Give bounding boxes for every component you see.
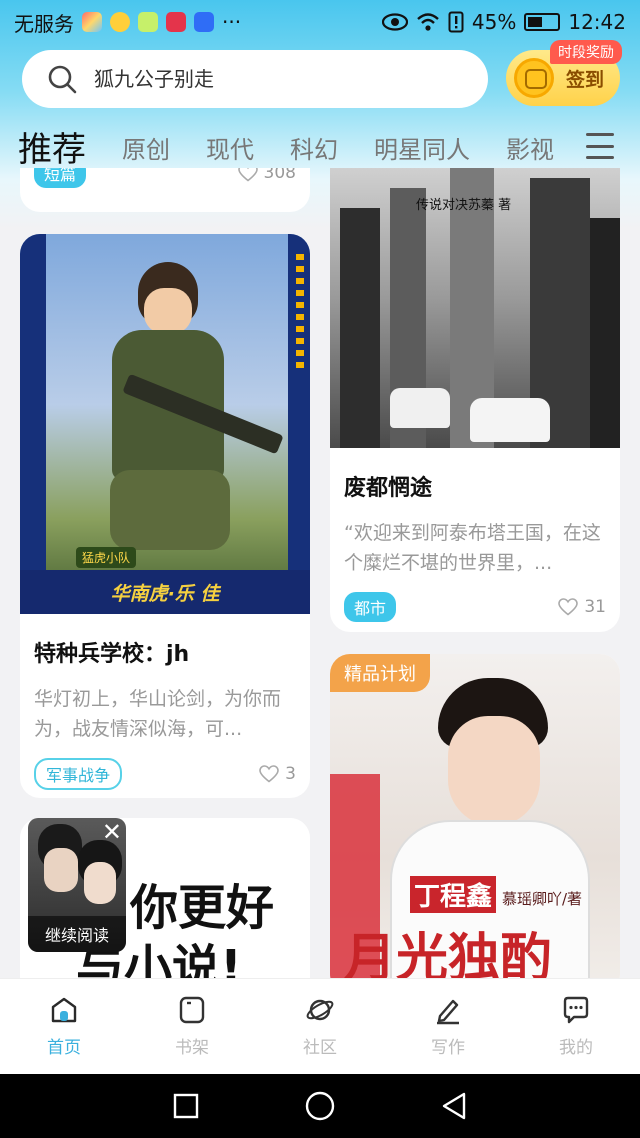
battery-percent: 45%	[471, 10, 517, 34]
category-tabs: 推荐 原创 现代 科幻 明星同人 影视	[18, 122, 578, 170]
continue-reading-widget[interactable]: ✕ 继续阅读	[28, 818, 126, 952]
signin-emoji-icon	[514, 58, 554, 98]
book-card[interactable]: 传说对决苏蓁 著 废都惘途 “欢迎来到阿泰布塔王国，在这个糜烂不堪的世界里，..…	[330, 168, 620, 632]
heart-icon	[558, 598, 579, 616]
planet-icon	[306, 999, 334, 1021]
nav-profile[interactable]: 我的	[512, 979, 640, 1074]
likes-count[interactable]: 31	[558, 597, 606, 617]
pen-icon	[437, 999, 459, 1025]
bookshelf-icon	[179, 996, 205, 1024]
app-notification-icon	[82, 12, 102, 32]
tab-scifi[interactable]: 科幻	[290, 130, 338, 170]
tab-recommend[interactable]: 推荐	[18, 130, 86, 170]
nav-write[interactable]: 写作	[384, 979, 512, 1074]
premium-badge: 精品计划	[330, 654, 430, 692]
recent-apps-icon[interactable]	[172, 1092, 200, 1120]
book-description: 华灯初上，华山论剑，为你而为，战友情深似海，可...	[34, 688, 282, 740]
genre-tag[interactable]: 都市	[344, 592, 397, 622]
wifi-icon	[417, 13, 439, 31]
continue-reading-label[interactable]: 继续阅读	[28, 916, 126, 952]
huawei-store-icon	[166, 12, 186, 32]
cover-name: 丁程鑫	[410, 876, 497, 913]
cover-author: 慕瑶卿吖/著	[502, 890, 583, 908]
tab-original[interactable]: 原创	[122, 130, 170, 170]
search-input[interactable]	[94, 67, 424, 91]
nav-community[interactable]: 社区	[256, 979, 384, 1074]
cover-title: 月光独酌	[344, 929, 553, 978]
book-title[interactable]: 特种兵学校：jh	[20, 636, 310, 668]
tab-modern[interactable]: 现代	[206, 130, 254, 170]
tab-film-tv[interactable]: 影视	[506, 130, 554, 170]
clock: 12:42	[568, 10, 626, 34]
status-bar: 无服务 ··· 45% 12:42	[0, 0, 640, 44]
book-cover: 传说对决苏蓁 著	[330, 168, 620, 448]
carrier-text: 无服务	[14, 11, 74, 36]
book-description: “欢迎来到阿泰布塔王国，在这个糜烂不堪的世界里，...	[344, 522, 601, 574]
chat-icon	[563, 996, 589, 1024]
app-notification-icon	[110, 12, 130, 32]
search-icon	[48, 65, 77, 94]
heart-icon	[237, 168, 258, 182]
likes-count[interactable]: 3	[259, 764, 296, 784]
eye-icon	[381, 13, 408, 31]
close-icon[interactable]: ✕	[102, 820, 122, 844]
genre-tag[interactable]: 短篇	[34, 168, 87, 188]
system-navigation-bar	[0, 1074, 640, 1138]
menu-icon[interactable]	[586, 133, 614, 159]
signin-button[interactable]: 签到 时段奖励	[506, 40, 622, 106]
reward-badge: 时段奖励	[550, 40, 622, 64]
book-card[interactable]: 短篇 308	[20, 168, 310, 212]
cover-badge: 猛虎小队	[76, 547, 137, 568]
cover-author: 传说对决苏蓁 著	[416, 198, 512, 213]
book-cover: 华南虎·乐 佳 猛虎小队	[20, 234, 310, 614]
nav-bookshelf[interactable]: 书架	[128, 979, 256, 1074]
book-card[interactable]: 精品计划 丁程鑫 慕瑶卿吖/著 月光独酌	[330, 654, 620, 978]
book-card[interactable]: 华南虎·乐 佳 猛虎小队 特种兵学校：jh 华灯初上，华山论剑，为你而为，战友情…	[20, 234, 310, 798]
cover-caption: 华南虎·乐 佳	[110, 582, 220, 605]
home-button-icon[interactable]	[304, 1090, 336, 1122]
signin-label: 签到	[566, 68, 605, 91]
battery-icon	[524, 13, 561, 31]
home-icon	[51, 997, 77, 1023]
back-icon[interactable]	[440, 1091, 468, 1121]
book-cover: 丁程鑫 慕瑶卿吖/著 月光独酌	[330, 654, 620, 978]
tab-celebrity-fanfic[interactable]: 明星同人	[374, 130, 470, 170]
baidu-icon	[194, 12, 214, 32]
heart-icon	[259, 765, 279, 783]
sim-alert-icon	[448, 11, 464, 33]
search-bar[interactable]	[22, 50, 488, 108]
genre-tag[interactable]: 军事战争	[34, 758, 123, 790]
app-notification-icon	[138, 12, 158, 32]
more-notifications-icon: ···	[222, 10, 242, 34]
nav-home[interactable]: 首页	[0, 979, 128, 1074]
bottom-navigation: 首页 书架 社区 写作 我的	[0, 978, 640, 1074]
likes-count[interactable]: 308	[237, 168, 296, 183]
book-title[interactable]: 废都惘途	[330, 470, 620, 502]
